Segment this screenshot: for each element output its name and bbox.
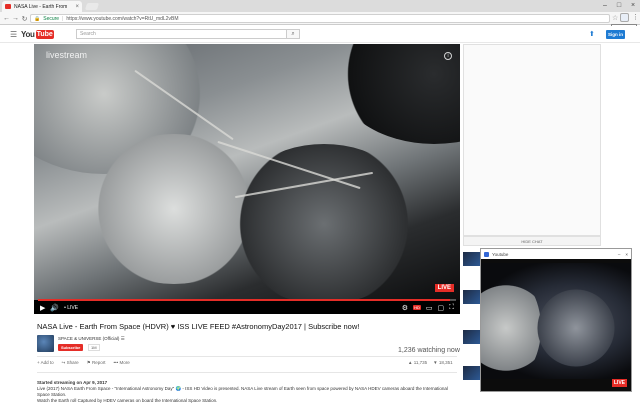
search-icon: ⌕ bbox=[291, 30, 295, 37]
logo-tube-text: Tube bbox=[35, 29, 54, 39]
rating-group: ▲ 11,735 ▼ 18,351 bbox=[408, 360, 453, 365]
divider bbox=[37, 356, 457, 357]
mini-minimize-button[interactable]: – bbox=[618, 252, 621, 257]
description-line: Watch the Earth roll Captured by HDEV ca… bbox=[37, 398, 218, 403]
floating-mini-player[interactable]: Youtube – × LIVE bbox=[480, 248, 632, 392]
dark-space-shape bbox=[334, 44, 460, 144]
window-maximize-button[interactable]: □ bbox=[612, 0, 626, 10]
mini-close-button[interactable]: × bbox=[625, 252, 628, 257]
float-video-extension-icon[interactable] bbox=[620, 13, 629, 22]
browser-menu-icon[interactable]: ⋮ bbox=[632, 13, 639, 21]
watching-count: 1,236 watching now bbox=[398, 347, 460, 354]
docking-ring-shape bbox=[224, 144, 424, 300]
logo-you-text: You bbox=[21, 29, 35, 39]
theater-mode-icon[interactable]: ▭ bbox=[426, 304, 433, 312]
bookmark-star-icon[interactable]: ☆ bbox=[612, 14, 618, 22]
youtube-logo[interactable]: You Tube bbox=[21, 29, 54, 39]
search-button[interactable]: ⌕ bbox=[287, 29, 300, 39]
reload-icon[interactable]: ↻ bbox=[20, 14, 29, 23]
dislike-button[interactable]: ▼ 18,351 bbox=[433, 360, 452, 365]
hide-chat-button[interactable]: HIDE CHAT bbox=[463, 236, 601, 246]
mini-video-frame bbox=[481, 263, 631, 379]
hamburger-menu-icon[interactable]: ☰ bbox=[10, 30, 17, 39]
url-text: https://www.youtube.com/watch?v=RtU_mdL2… bbox=[66, 15, 179, 22]
info-icon[interactable]: i bbox=[444, 52, 452, 60]
upload-icon[interactable]: ⬆ bbox=[589, 30, 595, 38]
youtube-header: ☰ You Tube Search ⌕ ⬆ Sign in bbox=[0, 26, 640, 43]
hd-badge: HD bbox=[413, 305, 421, 310]
browser-tab-strip: NASA Live - Earth From × – □ × bbox=[0, 0, 640, 12]
address-bar: ← → ↻ 🔒 Secure | https://www.youtube.com… bbox=[0, 12, 640, 25]
captions-icon[interactable]: ⚙ bbox=[402, 304, 408, 312]
add-to-button[interactable]: + Add to bbox=[37, 360, 54, 366]
player-controls: ▶ 🔊 • LIVE ⚙ HD ▭ ▢ ⛶ bbox=[34, 301, 460, 314]
mini-live-badge: LIVE bbox=[611, 379, 627, 387]
browser-tab[interactable]: NASA Live - Earth From × bbox=[2, 1, 82, 12]
description-line: Live (2017) NASA Earth From Space - "Int… bbox=[37, 386, 448, 397]
share-button[interactable]: ↪ Share bbox=[62, 360, 79, 366]
forward-arrow-icon[interactable]: → bbox=[11, 14, 20, 23]
youtube-favicon-icon bbox=[5, 4, 11, 9]
live-badge: LIVE bbox=[434, 284, 454, 292]
mini-player-titlebar: Youtube – × bbox=[481, 249, 631, 259]
cast-icon[interactable]: ▢ bbox=[437, 304, 444, 312]
secure-label: Secure bbox=[43, 15, 60, 22]
live-chat-panel bbox=[463, 44, 601, 236]
more-button[interactable]: ••• More bbox=[113, 360, 129, 366]
mini-player-window-controls: – × bbox=[618, 252, 628, 257]
volume-icon[interactable]: 🔊 bbox=[50, 304, 59, 312]
tab-title: NASA Live - Earth From bbox=[14, 3, 68, 10]
video-frame: livestream i bbox=[34, 44, 460, 300]
tab-close-icon[interactable]: × bbox=[75, 4, 79, 10]
window-minimize-button[interactable]: – bbox=[598, 0, 612, 10]
subscribe-button[interactable]: Subscribe bbox=[58, 344, 84, 351]
sign-in-button[interactable]: Sign in bbox=[606, 30, 625, 39]
report-button[interactable]: ⚑ Report bbox=[87, 360, 106, 366]
fullscreen-icon[interactable]: ⛶ bbox=[449, 304, 454, 312]
play-icon[interactable]: ▶ bbox=[40, 304, 45, 312]
subscriber-count: 1M bbox=[88, 344, 100, 351]
like-button[interactable]: ▲ 11,735 bbox=[408, 360, 427, 365]
url-field[interactable]: 🔒 Secure | https://www.youtube.com/watch… bbox=[30, 14, 610, 23]
lock-icon: 🔒 bbox=[34, 15, 41, 22]
window-close-button[interactable]: × bbox=[626, 0, 640, 10]
docking-ring-shape bbox=[531, 283, 621, 373]
mini-player-title: Youtube bbox=[492, 251, 509, 257]
video-description: Started streaming on Apr 9, 2017 Live (2… bbox=[37, 380, 457, 404]
mini-player-app-icon bbox=[484, 251, 489, 257]
livestream-overlay-label: livestream bbox=[46, 50, 88, 60]
back-arrow-icon[interactable]: ← bbox=[2, 14, 11, 23]
channel-avatar[interactable] bbox=[37, 335, 54, 352]
player-right-controls: ⚙ HD ▭ ▢ ⛶ bbox=[402, 304, 454, 312]
divider bbox=[37, 372, 457, 373]
video-player[interactable]: livestream i LIVE ▶ 🔊 • LIVE ⚙ HD ▭ ▢ ⛶ bbox=[34, 44, 460, 314]
video-title: NASA Live - Earth From Space (HDVR) ♥ IS… bbox=[37, 322, 360, 331]
live-indicator[interactable]: • LIVE bbox=[64, 305, 78, 311]
video-actions: + Add to ↪ Share ⚑ Report ••• More ▲ 11,… bbox=[37, 360, 453, 366]
new-tab-button[interactable] bbox=[84, 3, 100, 10]
url-separator: | bbox=[62, 15, 64, 22]
search-input[interactable]: Search bbox=[76, 29, 287, 39]
channel-name[interactable]: SPACE & UNIVERSE (Official) ☰ bbox=[58, 336, 125, 342]
